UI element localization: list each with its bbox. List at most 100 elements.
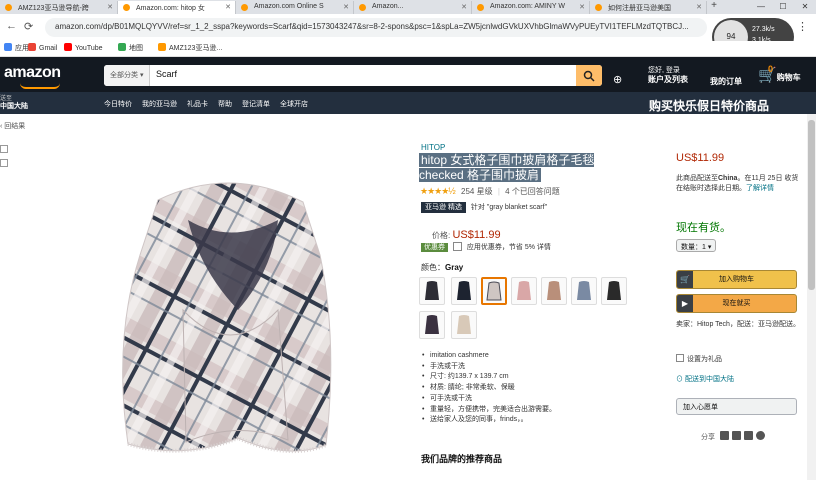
price-label: 价格: [432, 231, 451, 240]
add-to-cart-label: 加入购物车 [719, 276, 754, 283]
close-tab-icon[interactable]: ✕ [107, 3, 113, 11]
thumbnail[interactable] [0, 159, 8, 167]
bookmark-maps[interactable]: 地图 [118, 43, 143, 53]
pinterest-share-icon[interactable] [755, 431, 765, 440]
browser-menu-icon[interactable]: ⋮ [797, 20, 808, 33]
cart-button[interactable]: 🛒 0 购物车 [758, 64, 801, 84]
search-category-dropdown[interactable]: 全部分类 ▾ [104, 65, 151, 86]
browser-tab[interactable]: Amazon... ✕ [354, 1, 472, 14]
swatch[interactable] [419, 311, 445, 339]
new-tab-button[interactable]: + [707, 0, 721, 14]
bookmark-apps[interactable]: 应用 [4, 43, 29, 53]
amazon-logo[interactable]: amazon [4, 64, 61, 89]
ratings-count[interactable]: 254 星级 [461, 187, 493, 196]
twitter-share-icon[interactable] [743, 431, 753, 440]
swatch-image [607, 281, 621, 300]
back-icon[interactable]: ← [6, 20, 17, 32]
orders-link[interactable]: 我的订单 [710, 76, 742, 87]
search-input[interactable] [156, 69, 456, 79]
bookmark-youtube[interactable]: YouTube [64, 43, 103, 52]
minimize-icon[interactable]: — [750, 0, 772, 14]
swatch[interactable] [511, 277, 537, 305]
swatch-selected[interactable] [481, 277, 507, 305]
amz123-icon [158, 43, 166, 51]
feature-bullets: imitation cashmere 手洗或干洗 尺寸: 约139.7 x 13… [422, 351, 556, 426]
swatch[interactable] [571, 277, 597, 305]
subnav-sell[interactable]: 全球开店 [280, 99, 308, 109]
add-to-cart-button[interactable]: 🛒 加入购物车 [676, 270, 797, 289]
tab-label: Amazon... [372, 3, 404, 10]
quantity-dropdown[interactable]: 数量：1 ▾ [676, 239, 717, 252]
browser-tab[interactable]: Amazon.com: AMINY W ✕ [472, 1, 590, 14]
close-tab-icon[interactable]: ✕ [461, 3, 467, 11]
play-icon: ▶ [677, 295, 693, 312]
amazon-choice-badge[interactable]: 亚马逊 精选 [421, 202, 466, 213]
coupon-row: 优惠券 应用优惠券，节省 5% 详情 [421, 242, 551, 252]
language-globe-icon[interactable]: ⊕ [613, 73, 622, 86]
bookmark-amz123[interactable]: AMZ123亚马逊... [158, 43, 222, 53]
facebook-share-icon[interactable] [731, 431, 741, 440]
shipping-country: China [718, 175, 738, 182]
answered-questions-link[interactable]: 4 个已回答问题 [505, 187, 560, 196]
account-menu[interactable]: 您好, 登录 账户及列表 [648, 66, 688, 85]
deliver-to[interactable]: 送至 中国大陆 [0, 95, 28, 111]
divider: | [497, 187, 500, 196]
product-main-image[interactable] [88, 160, 373, 460]
maximize-icon[interactable]: ☐ [772, 0, 794, 14]
close-tab-icon[interactable]: ✕ [343, 3, 349, 11]
thumbnail[interactable] [0, 145, 8, 153]
browser-tab-bar: AMZ123亚马逊导航-跨 ✕ Amazon.com: hitop 女 ✕ Amaz… [0, 0, 816, 14]
learn-more-link[interactable]: 了解详情 [746, 185, 774, 192]
seller-info: 卖家：Hitop Tech，配送：亚马逊配送。 [676, 321, 800, 328]
close-tab-icon[interactable]: ✕ [579, 3, 585, 11]
tab-label: 如何注册亚马逊美国 [608, 5, 671, 12]
share-row: 分享 [701, 431, 765, 442]
browser-tab[interactable]: Amazon.com Online S ✕ [236, 1, 354, 14]
logo-text: amazon [4, 64, 61, 81]
add-to-wishlist-button[interactable]: 加入心愿单 [676, 398, 797, 415]
account-greeting: 您好, 登录 [648, 67, 680, 74]
color-value: Gray [445, 263, 464, 272]
search-button[interactable] [576, 65, 602, 86]
gift-option[interactable]: 设置为礼品 [676, 354, 722, 364]
subnav-gift-cards[interactable]: 礼品卡 [187, 99, 208, 109]
price-row: 价格: US$11.99 [432, 229, 501, 241]
maps-icon [118, 43, 126, 51]
swatch[interactable] [419, 277, 445, 305]
close-tab-icon[interactable]: ✕ [696, 3, 702, 11]
window-controls: — ☐ ✕ [750, 0, 816, 14]
feature-bullet: 送给家人及您的同事，frinds，。 [422, 415, 556, 426]
subnav-my-amazon[interactable]: 我的亚马逊 [142, 99, 177, 109]
bookmark-gmail[interactable]: Gmail [28, 43, 57, 52]
close-tab-icon[interactable]: ✕ [225, 3, 231, 11]
delivery-address-link[interactable]: ⊙ 配送到中国大陆 [676, 374, 734, 384]
subnav-deals[interactable]: 今日特价 [104, 99, 132, 109]
scrollbar-thumb[interactable] [808, 120, 815, 290]
swatch[interactable] [451, 311, 477, 339]
back-to-results-link[interactable]: ‹ 回结果 [0, 121, 25, 131]
brand-link[interactable]: HITOP [421, 143, 445, 152]
email-share-icon[interactable] [719, 431, 729, 440]
swatch[interactable] [451, 277, 477, 305]
swatch[interactable] [601, 277, 627, 305]
star-rating-icon[interactable]: ★★★★½ [420, 186, 456, 196]
coupon-checkbox[interactable] [452, 242, 462, 251]
swatch[interactable] [541, 277, 567, 305]
product-title: hitop 女式格子围巾披肩格子毛毯 checked 格子围巾披肩 [419, 153, 619, 183]
subnav-registry[interactable]: 登记清单 [242, 99, 270, 109]
reload-icon[interactable]: ⟳ [24, 20, 33, 33]
coupon-text[interactable]: 应用优惠券，节省 5% 详情 [467, 244, 551, 251]
browser-tab-active[interactable]: Amazon.com: hitop 女 ✕ [118, 1, 236, 14]
subnav-help[interactable]: 帮助 [218, 99, 232, 109]
browser-tab[interactable]: AMZ123亚马逊导航-跨 ✕ [0, 1, 118, 14]
buy-now-button[interactable]: ▶ 现在就买 [676, 294, 797, 313]
favicon-icon [123, 4, 130, 11]
url-input[interactable]: amazon.com/dp/B01MQLQYVV/ref=sr_1_2_sspa… [45, 18, 707, 37]
browser-tab[interactable]: 如何注册亚马逊美国 ✕ [590, 1, 707, 14]
close-window-icon[interactable]: ✕ [794, 0, 816, 14]
page-scrollbar[interactable] [807, 114, 816, 480]
swatch-image [577, 281, 591, 300]
holiday-promo-banner[interactable]: 购买快乐假日特价商品 [649, 97, 769, 114]
swatch-image [425, 315, 439, 334]
gift-checkbox[interactable] [676, 354, 684, 362]
